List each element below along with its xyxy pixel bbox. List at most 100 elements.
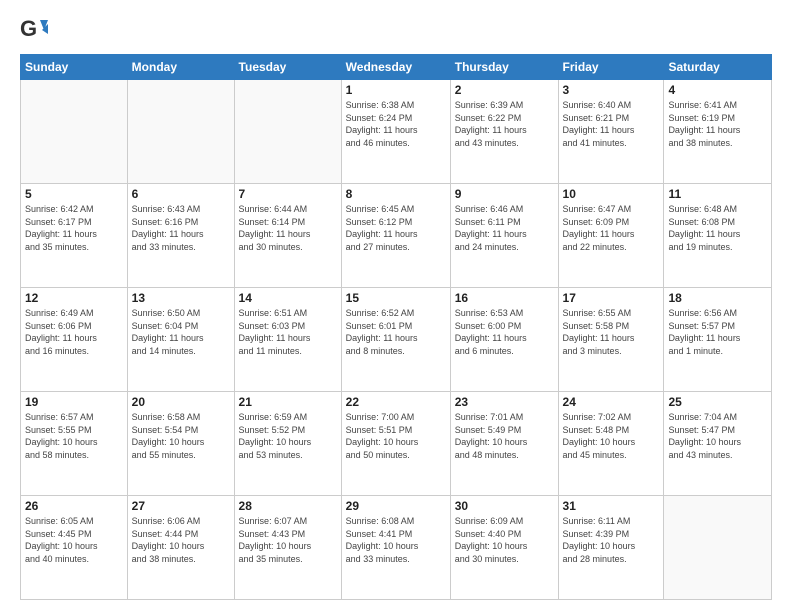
calendar-cell: 15 Sunrise: 6:52 AM Sunset: 6:01 PM Dayli…: [341, 288, 450, 392]
day-info: Sunrise: 6:57 AM Sunset: 5:55 PM Dayligh…: [25, 411, 123, 461]
calendar-cell: 28 Sunrise: 6:07 AM Sunset: 4:43 PM Dayli…: [234, 496, 341, 600]
day-number: 30: [455, 499, 554, 513]
day-info: Sunrise: 6:45 AM Sunset: 6:12 PM Dayligh…: [346, 203, 446, 253]
day-info: Sunrise: 6:56 AM Sunset: 5:57 PM Dayligh…: [668, 307, 767, 357]
weekday-header: Wednesday: [341, 55, 450, 80]
calendar-cell: 10 Sunrise: 6:47 AM Sunset: 6:09 PM Dayli…: [558, 184, 664, 288]
day-number: 26: [25, 499, 123, 513]
calendar-cell: 22Sunrise: 7:00 AM Sunset: 5:51 PM Dayli…: [341, 392, 450, 496]
day-number: 7: [239, 187, 337, 201]
day-info: Sunrise: 6:09 AM Sunset: 4:40 PM Dayligh…: [455, 515, 554, 565]
calendar-cell: 4Sunrise: 6:41 AM Sunset: 6:19 PM Daylig…: [664, 80, 772, 184]
day-info: Sunrise: 6:53 AM Sunset: 6:00 PM Dayligh…: [455, 307, 554, 357]
day-number: 28: [239, 499, 337, 513]
day-info: Sunrise: 6:07 AM Sunset: 4:43 PM Dayligh…: [239, 515, 337, 565]
day-number: 16: [455, 291, 554, 305]
calendar-table: SundayMondayTuesdayWednesdayThursdayFrid…: [20, 54, 772, 600]
calendar-cell: 31 Sunrise: 6:11 AM Sunset: 4:39 PM Dayli…: [558, 496, 664, 600]
day-info: Sunrise: 6:43 AM Sunset: 6:16 PM Dayligh…: [132, 203, 230, 253]
calendar-cell: 6 Sunrise: 6:43 AM Sunset: 6:16 PM Daylig…: [127, 184, 234, 288]
calendar-week-row: 19 Sunrise: 6:57 AM Sunset: 5:55 PM Dayli…: [21, 392, 772, 496]
day-number: 17: [563, 291, 660, 305]
day-info: Sunrise: 7:01 AM Sunset: 5:49 PM Dayligh…: [455, 411, 554, 461]
day-number: 21: [239, 395, 337, 409]
day-number: 12: [25, 291, 123, 305]
calendar-cell: 16 Sunrise: 6:53 AM Sunset: 6:00 PM Dayli…: [450, 288, 558, 392]
day-info: Sunrise: 6:05 AM Sunset: 4:45 PM Dayligh…: [25, 515, 123, 565]
logo: G: [20, 16, 52, 44]
day-number: 14: [239, 291, 337, 305]
day-info: Sunrise: 6:41 AM Sunset: 6:19 PM Dayligh…: [668, 99, 767, 149]
weekday-header-row: SundayMondayTuesdayWednesdayThursdayFrid…: [21, 55, 772, 80]
day-number: 22: [346, 395, 446, 409]
day-info: Sunrise: 6:39 AM Sunset: 6:22 PM Dayligh…: [455, 99, 554, 149]
calendar-cell: [127, 80, 234, 184]
weekday-header: Tuesday: [234, 55, 341, 80]
day-number: 6: [132, 187, 230, 201]
day-info: Sunrise: 6:06 AM Sunset: 4:44 PM Dayligh…: [132, 515, 230, 565]
day-info: Sunrise: 6:55 AM Sunset: 5:58 PM Dayligh…: [563, 307, 660, 357]
day-number: 5: [25, 187, 123, 201]
calendar-cell: 9 Sunrise: 6:46 AM Sunset: 6:11 PM Daylig…: [450, 184, 558, 288]
calendar-cell: 25 Sunrise: 7:04 AM Sunset: 5:47 PM Dayli…: [664, 392, 772, 496]
weekday-header: Monday: [127, 55, 234, 80]
calendar-cell: 17 Sunrise: 6:55 AM Sunset: 5:58 PM Dayli…: [558, 288, 664, 392]
day-info: Sunrise: 6:38 AM Sunset: 6:24 PM Dayligh…: [346, 99, 446, 149]
day-number: 23: [455, 395, 554, 409]
calendar-week-row: 26 Sunrise: 6:05 AM Sunset: 4:45 PM Dayli…: [21, 496, 772, 600]
day-number: 15: [346, 291, 446, 305]
calendar-cell: 18 Sunrise: 6:56 AM Sunset: 5:57 PM Dayli…: [664, 288, 772, 392]
page-header: G: [20, 16, 772, 44]
day-info: Sunrise: 6:50 AM Sunset: 6:04 PM Dayligh…: [132, 307, 230, 357]
day-info: Sunrise: 6:49 AM Sunset: 6:06 PM Dayligh…: [25, 307, 123, 357]
calendar-cell: 2Sunrise: 6:39 AM Sunset: 6:22 PM Daylig…: [450, 80, 558, 184]
day-info: Sunrise: 6:58 AM Sunset: 5:54 PM Dayligh…: [132, 411, 230, 461]
day-info: Sunrise: 6:11 AM Sunset: 4:39 PM Dayligh…: [563, 515, 660, 565]
day-number: 27: [132, 499, 230, 513]
calendar-cell: [234, 80, 341, 184]
day-info: Sunrise: 6:51 AM Sunset: 6:03 PM Dayligh…: [239, 307, 337, 357]
day-number: 19: [25, 395, 123, 409]
calendar-cell: 1 Sunrise: 6:38 AM Sunset: 6:24 PM Daylig…: [341, 80, 450, 184]
day-number: 13: [132, 291, 230, 305]
day-info: Sunrise: 7:04 AM Sunset: 5:47 PM Dayligh…: [668, 411, 767, 461]
day-info: Sunrise: 6:48 AM Sunset: 6:08 PM Dayligh…: [668, 203, 767, 253]
day-number: 18: [668, 291, 767, 305]
day-number: 3: [563, 83, 660, 97]
day-info: Sunrise: 6:59 AM Sunset: 5:52 PM Dayligh…: [239, 411, 337, 461]
day-info: Sunrise: 6:52 AM Sunset: 6:01 PM Dayligh…: [346, 307, 446, 357]
calendar-week-row: 12 Sunrise: 6:49 AM Sunset: 6:06 PM Dayli…: [21, 288, 772, 392]
day-number: 11: [668, 187, 767, 201]
calendar-cell: 3Sunrise: 6:40 AM Sunset: 6:21 PM Daylig…: [558, 80, 664, 184]
calendar-cell: 11 Sunrise: 6:48 AM Sunset: 6:08 PM Dayli…: [664, 184, 772, 288]
day-info: Sunrise: 6:46 AM Sunset: 6:11 PM Dayligh…: [455, 203, 554, 253]
day-info: Sunrise: 6:42 AM Sunset: 6:17 PM Dayligh…: [25, 203, 123, 253]
weekday-header: Saturday: [664, 55, 772, 80]
weekday-header: Friday: [558, 55, 664, 80]
day-number: 25: [668, 395, 767, 409]
day-number: 8: [346, 187, 446, 201]
calendar-cell: 19 Sunrise: 6:57 AM Sunset: 5:55 PM Dayli…: [21, 392, 128, 496]
calendar-cell: 21 Sunrise: 6:59 AM Sunset: 5:52 PM Dayli…: [234, 392, 341, 496]
calendar-cell: 26 Sunrise: 6:05 AM Sunset: 4:45 PM Dayli…: [21, 496, 128, 600]
calendar-cell: 27 Sunrise: 6:06 AM Sunset: 4:44 PM Dayli…: [127, 496, 234, 600]
day-number: 1: [346, 83, 446, 97]
calendar-cell: 23 Sunrise: 7:01 AM Sunset: 5:49 PM Dayli…: [450, 392, 558, 496]
day-number: 24: [563, 395, 660, 409]
day-info: Sunrise: 6:08 AM Sunset: 4:41 PM Dayligh…: [346, 515, 446, 565]
day-number: 31: [563, 499, 660, 513]
calendar-cell: [21, 80, 128, 184]
calendar-cell: 12 Sunrise: 6:49 AM Sunset: 6:06 PM Dayli…: [21, 288, 128, 392]
logo-icon: G: [20, 16, 48, 44]
calendar-cell: 29 Sunrise: 6:08 AM Sunset: 4:41 PM Dayli…: [341, 496, 450, 600]
calendar-cell: 13 Sunrise: 6:50 AM Sunset: 6:04 PM Dayli…: [127, 288, 234, 392]
day-info: Sunrise: 6:47 AM Sunset: 6:09 PM Dayligh…: [563, 203, 660, 253]
day-number: 9: [455, 187, 554, 201]
calendar-cell: 24Sunrise: 7:02 AM Sunset: 5:48 PM Dayli…: [558, 392, 664, 496]
calendar-cell: 7Sunrise: 6:44 AM Sunset: 6:14 PM Daylig…: [234, 184, 341, 288]
day-number: 29: [346, 499, 446, 513]
calendar-week-row: 5 Sunrise: 6:42 AM Sunset: 6:17 PM Daylig…: [21, 184, 772, 288]
day-number: 10: [563, 187, 660, 201]
weekday-header: Sunday: [21, 55, 128, 80]
day-number: 20: [132, 395, 230, 409]
